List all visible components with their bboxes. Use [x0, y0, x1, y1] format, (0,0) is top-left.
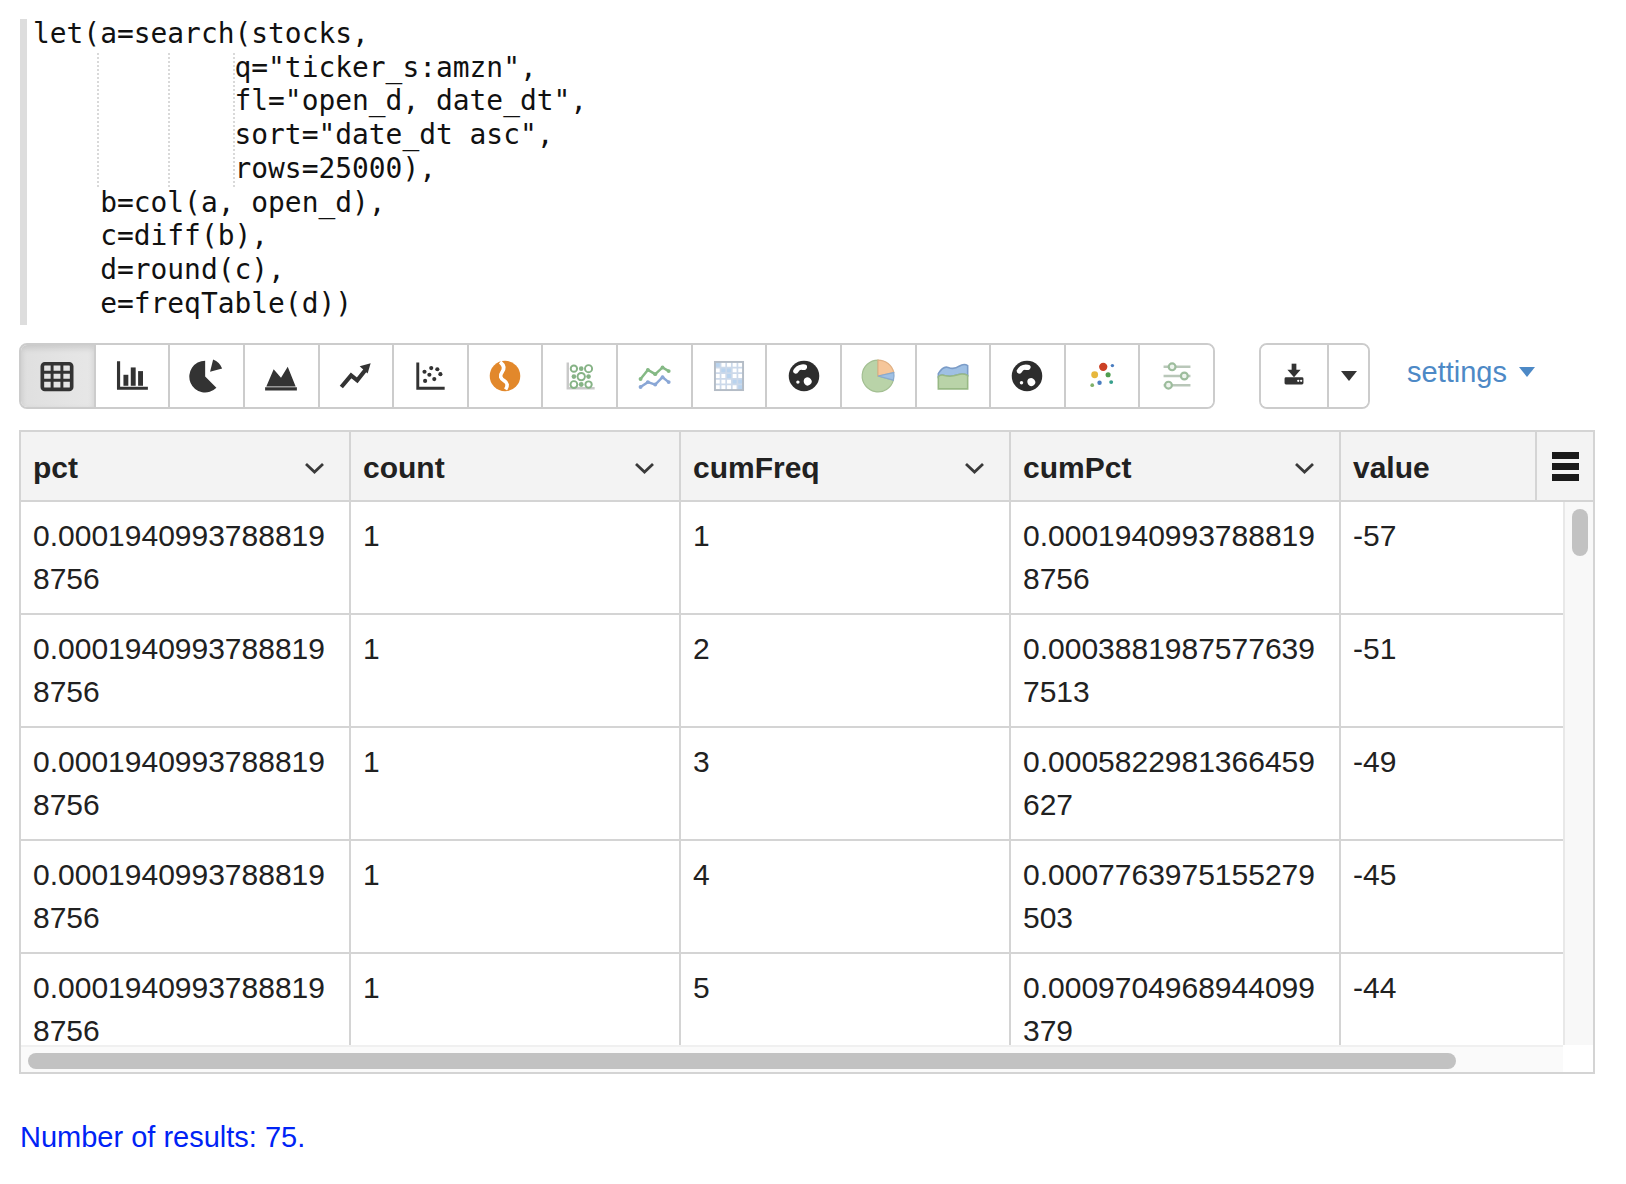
cell-pct: 0.00019409937888198756 [21, 615, 351, 726]
download-button[interactable] [1261, 345, 1329, 407]
scatter-chart-icon [408, 354, 452, 398]
scatter-color-icon [1080, 354, 1124, 398]
table-row: 0.00019409937888198756120.00038819875776… [21, 615, 1563, 728]
code-editor[interactable]: let(a=search(stocks, q="ticker_s:amzn", … [33, 17, 587, 320]
column-header-value[interactable]: value [1341, 432, 1537, 502]
cell-count: 1 [351, 615, 681, 726]
pie-color-icon [856, 354, 900, 398]
download-split-button [1259, 343, 1370, 409]
horizontal-scrollbar-track[interactable] [21, 1045, 1563, 1072]
column-label: count [363, 451, 445, 485]
horizontal-scrollbar-thumb[interactable] [28, 1053, 1456, 1069]
cell-cumPct: 0.0007763975155279503 [1011, 841, 1341, 952]
column-header-cumFreq[interactable]: cumFreq [681, 432, 1011, 502]
table-row: 0.00019409937888198756140.00077639751552… [21, 841, 1563, 954]
pie-chart-button[interactable] [170, 345, 245, 407]
cell-cumPct: 0.0005822981366459627 [1011, 728, 1341, 839]
settings-dropdown[interactable]: settings [1407, 339, 1535, 405]
line-chart-button[interactable] [320, 345, 395, 407]
pivot-grid-icon [707, 354, 751, 398]
cell-cumFreq: 3 [681, 728, 1011, 839]
result-count: Number of results: 75. [20, 1121, 305, 1154]
cell-value: -57 [1341, 502, 1563, 613]
globe-dark-1-icon [782, 354, 826, 398]
bubble-grid-icon [558, 354, 602, 398]
multi-line-chart-button[interactable] [618, 345, 693, 407]
cell-cumFreq: 2 [681, 615, 1011, 726]
table-header-row: pct count cumFreq cumPct value [21, 432, 1593, 502]
cell-cumPct: 0.00038819875776397513 [1011, 615, 1341, 726]
download-icon [1277, 358, 1311, 395]
column-header-cumPct[interactable]: cumPct [1011, 432, 1341, 502]
area-color-button[interactable] [917, 345, 992, 407]
area-chart-icon [259, 354, 303, 398]
cell-cumPct: 0.0009704968944099379 [1011, 954, 1341, 1045]
globe-dark-2-button[interactable] [991, 345, 1066, 407]
chevron-down-icon [964, 462, 985, 474]
cell-cumFreq: 4 [681, 841, 1011, 952]
globe-dark-2-icon [1005, 354, 1049, 398]
cell-count: 1 [351, 954, 681, 1045]
pie-chart-icon [185, 354, 229, 398]
cell-value: -49 [1341, 728, 1563, 839]
multi-line-chart-icon [632, 354, 676, 398]
hamburger-icon [1552, 452, 1579, 481]
cell-count: 1 [351, 841, 681, 952]
cell-cumPct: 0.00019409937888198756 [1011, 502, 1341, 613]
bubble-grid-button[interactable] [543, 345, 618, 407]
vertical-scrollbar-thumb[interactable] [1572, 509, 1588, 556]
table-row: 0.00019409937888198756150.00097049689440… [21, 954, 1563, 1045]
column-header-count[interactable]: count [351, 432, 681, 502]
cell-pct: 0.00019409937888198756 [21, 502, 351, 613]
cell-value: -44 [1341, 954, 1563, 1045]
column-label: value [1353, 451, 1430, 485]
column-label: pct [33, 451, 78, 485]
range-sliders-icon [1155, 354, 1199, 398]
table-button[interactable] [21, 345, 96, 407]
table-row: 0.00019409937888198756110.00019409937888… [21, 502, 1563, 615]
cell-pct: 0.00019409937888198756 [21, 728, 351, 839]
pivot-grid-button[interactable] [693, 345, 768, 407]
result-table: pct count cumFreq cumPct value 0.00019409937… [19, 430, 1595, 1074]
line-chart-icon [334, 354, 378, 398]
area-chart-button[interactable] [245, 345, 320, 407]
cell-pct: 0.00019409937888198756 [21, 841, 351, 952]
scatter-chart-button[interactable] [394, 345, 469, 407]
cell-count: 1 [351, 728, 681, 839]
cell-cumFreq: 5 [681, 954, 1011, 1045]
table-menu-button[interactable] [1537, 432, 1593, 502]
map-orange-icon [483, 354, 527, 398]
table-row: 0.00019409937888198756130.00058229813664… [21, 728, 1563, 841]
pie-color-button[interactable] [842, 345, 917, 407]
globe-dark-1-button[interactable] [767, 345, 842, 407]
download-caret-icon [1341, 371, 1357, 381]
bar-chart-icon [110, 354, 154, 398]
table-icon [35, 354, 79, 398]
range-sliders-button[interactable] [1140, 345, 1213, 407]
settings-label: settings [1407, 356, 1507, 389]
scatter-color-button[interactable] [1066, 345, 1141, 407]
editor-left-bar [20, 19, 27, 325]
bar-chart-button[interactable] [96, 345, 171, 407]
cell-pct: 0.00019409937888198756 [21, 954, 351, 1045]
vertical-scrollbar-track[interactable] [1563, 502, 1593, 1045]
column-header-pct[interactable]: pct [21, 432, 351, 502]
chevron-down-icon [634, 462, 655, 474]
column-label: cumFreq [693, 451, 820, 485]
chart-type-toolbar [19, 343, 1215, 409]
map-orange-button[interactable] [469, 345, 544, 407]
column-label: cumPct [1023, 451, 1131, 485]
cell-value: -45 [1341, 841, 1563, 952]
chevron-down-icon [1294, 462, 1315, 474]
table-body: 0.00019409937888198756110.00019409937888… [21, 502, 1563, 1045]
cell-cumFreq: 1 [681, 502, 1011, 613]
area-color-icon [931, 354, 975, 398]
download-caret-button[interactable] [1329, 345, 1368, 407]
cell-value: -51 [1341, 615, 1563, 726]
cell-count: 1 [351, 502, 681, 613]
settings-caret-icon [1519, 367, 1535, 377]
chevron-down-icon [304, 462, 325, 474]
